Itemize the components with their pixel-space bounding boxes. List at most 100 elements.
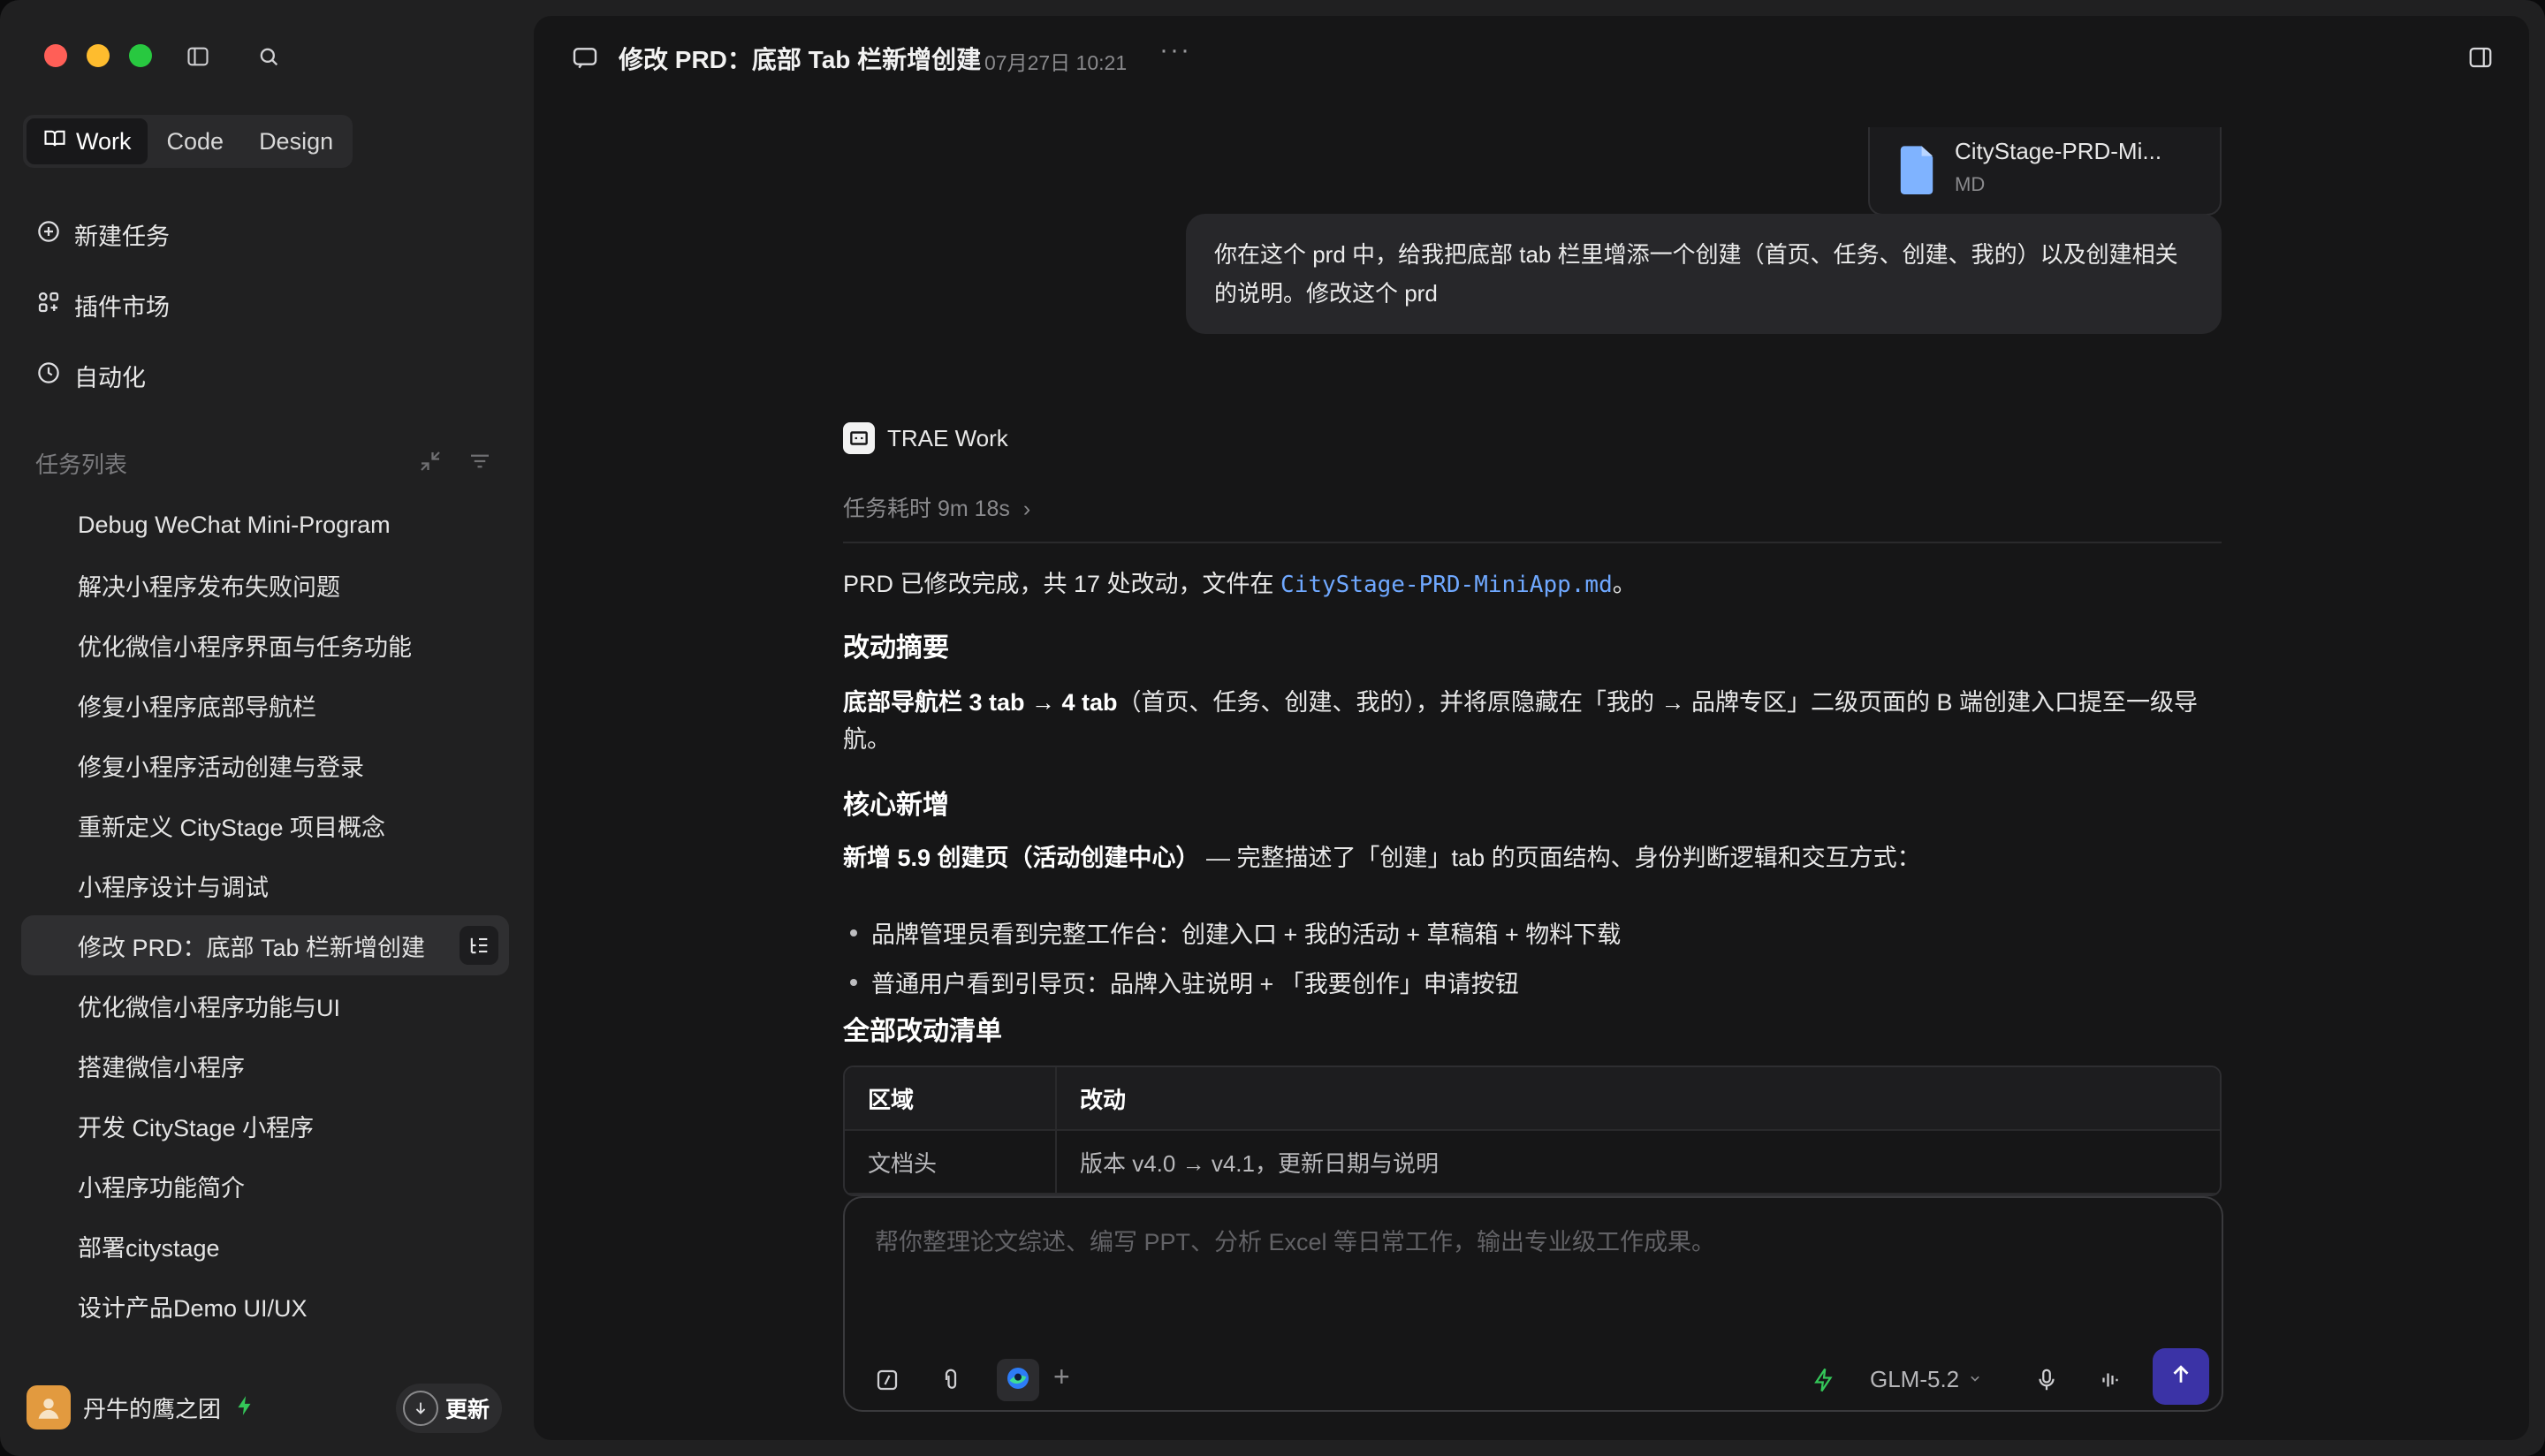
list-item-text: 品牌管理员看到完整工作台：创建入口 + 我的活动 + 草稿箱 + 物料下载 bbox=[871, 921, 1622, 948]
task-label: 设计产品Demo UI/UX bbox=[78, 1294, 308, 1322]
conversation-time: 07月27日 10:21 bbox=[984, 51, 1128, 74]
mode-tab-work[interactable]: Work bbox=[27, 118, 148, 164]
paragraph-bold: 底部导航栏 3 tab → 4 tab bbox=[843, 689, 1118, 716]
download-icon bbox=[403, 1391, 438, 1426]
task-item[interactable]: 解决小程序发布失败问题 bbox=[21, 555, 509, 615]
table-cell: 文档头 bbox=[845, 1131, 1057, 1193]
task-item[interactable]: Debug WeChat Mini-Program bbox=[21, 495, 509, 555]
attach-icon[interactable] bbox=[937, 1366, 965, 1394]
task-item[interactable]: 小程序功能简介 bbox=[21, 1156, 509, 1216]
bullet-dot bbox=[850, 978, 857, 986]
search-icon[interactable] bbox=[254, 42, 283, 71]
user-message: 你在这个 prd 中，给我把底部 tab 栏里增添一个创建（首页、任务、创建、我… bbox=[1186, 214, 2222, 334]
task-duration[interactable]: 任务耗时 9m 18s › bbox=[843, 491, 1030, 523]
list-item: 品牌管理员看到完整工作台：创建入口 + 我的活动 + 草稿箱 + 物料下载 bbox=[850, 915, 1621, 950]
nav-plugin-market[interactable]: 插件市场 bbox=[35, 283, 170, 327]
nav-label: 自动化 bbox=[74, 364, 146, 391]
task-label: 重新定义 CityStage 项目概念 bbox=[78, 814, 386, 841]
task-item[interactable]: 开发 CityStage 小程序 bbox=[21, 1096, 509, 1156]
paragraph-bold: 新增 5.9 创建页（活动创建中心） bbox=[843, 845, 1200, 871]
task-item[interactable]: 搭建微信小程序 bbox=[21, 1035, 509, 1096]
nav-automation[interactable]: 自动化 bbox=[35, 353, 146, 398]
message-composer[interactable]: 帮你整理论文综述、编写 PPT、分析 Excel 等日常工作，输出专业级工作成果… bbox=[843, 1196, 2223, 1412]
task-item[interactable]: 小程序设计与调试 bbox=[21, 855, 509, 915]
bolt-icon bbox=[233, 1394, 256, 1422]
task-item-active[interactable]: 修改 PRD：底部 Tab 栏新增创建 bbox=[21, 915, 509, 975]
add-skill-button[interactable]: + bbox=[1053, 1361, 1070, 1393]
conversation-title: 修改 PRD：底部 Tab 栏新增创建 bbox=[619, 46, 982, 73]
clock-icon bbox=[35, 360, 62, 392]
mode-tab-label: Work bbox=[76, 127, 132, 155]
filter-icon[interactable] bbox=[467, 448, 493, 474]
summary-pre: PRD 已修改完成，共 17 处改动，文件在 bbox=[843, 571, 1281, 597]
user-profile[interactable]: 丹牛的鹰之团 bbox=[27, 1385, 256, 1429]
task-label: 优化微信小程序界面与任务功能 bbox=[78, 633, 412, 661]
voice-wave-icon[interactable] bbox=[2096, 1366, 2124, 1394]
task-label: 修改 PRD：底部 Tab 栏新增创建 bbox=[78, 934, 426, 961]
bolt-icon[interactable] bbox=[1810, 1366, 1838, 1394]
microphone-icon[interactable] bbox=[2032, 1366, 2061, 1394]
list-item-text: 普通用户看到引导页：品牌入驻说明 + 「我要创作」申请按钮 bbox=[871, 971, 1519, 997]
file-link[interactable]: CityStage-PRD-MiniApp.md bbox=[1280, 572, 1613, 598]
task-item[interactable]: 设计产品Demo UI/UX bbox=[21, 1276, 509, 1336]
task-list-icon[interactable] bbox=[460, 926, 498, 965]
collapse-icon[interactable] bbox=[417, 448, 444, 474]
send-button[interactable] bbox=[2153, 1348, 2209, 1405]
attachment-card[interactable]: CityStage-PRD-Mi... MD bbox=[1868, 127, 2222, 216]
side-panel-toggle-icon[interactable] bbox=[2467, 44, 2494, 71]
update-label: 更新 bbox=[445, 1398, 490, 1422]
task-item[interactable]: 重新定义 CityStage 项目概念 bbox=[21, 795, 509, 855]
task-item[interactable]: 部署citystage bbox=[21, 1216, 509, 1276]
composer-placeholder[interactable]: 帮你整理论文综述、编写 PPT、分析 Excel 等日常工作，输出专业级工作成果… bbox=[875, 1223, 1715, 1257]
trae-logo-icon bbox=[843, 422, 875, 454]
table-cell: 版本 v4.0 → v4.1，更新日期与说明 bbox=[1080, 1149, 1439, 1177]
avatar bbox=[27, 1385, 71, 1429]
task-label: 修复小程序活动创建与登录 bbox=[78, 754, 364, 781]
model-selector[interactable]: GLM-5.2 bbox=[1870, 1366, 1984, 1393]
task-label: 小程序设计与调试 bbox=[78, 874, 269, 901]
mode-tab-label: Code bbox=[166, 127, 224, 155]
task-duration-label: 任务耗时 9m 18s bbox=[843, 497, 1010, 521]
task-label: 搭建微信小程序 bbox=[78, 1054, 245, 1081]
assistant-name: TRAE Work bbox=[887, 424, 1008, 451]
plus-circle-icon bbox=[35, 218, 62, 251]
mode-tab-code[interactable]: Code bbox=[151, 118, 240, 164]
list-item: 普通用户看到引导页：品牌入驻说明 + 「我要创作」申请按钮 bbox=[850, 965, 1519, 999]
chat-bubble-icon bbox=[571, 44, 599, 72]
attachment-type: MD bbox=[1955, 173, 1986, 195]
table-row: 文档头 版本 v4.0 → v4.1，更新日期与说明 bbox=[845, 1131, 2220, 1194]
file-icon bbox=[1898, 145, 1935, 194]
slash-command-icon[interactable] bbox=[873, 1366, 901, 1394]
task-label: 部署citystage bbox=[78, 1234, 220, 1262]
summary-post: 。 bbox=[1612, 571, 1637, 597]
more-options-button[interactable]: ··· bbox=[1159, 35, 1191, 65]
changes-table: 区域 改动 文档头 版本 v4.0 → v4.1，更新日期与说明 bbox=[843, 1065, 2222, 1196]
task-label: 优化微信小程序功能与UI bbox=[78, 994, 340, 1021]
toggle-sidebar-icon[interactable] bbox=[184, 42, 212, 71]
update-button[interactable]: 更新 bbox=[396, 1384, 502, 1433]
task-label: 解决小程序发布失败问题 bbox=[78, 573, 340, 601]
main-panel: 修改 PRD：底部 Tab 栏新增创建 07月27日 10:21 ··· Cit… bbox=[534, 16, 2529, 1440]
assistant-header: TRAE Work bbox=[843, 422, 1008, 454]
close-window-button[interactable] bbox=[44, 44, 67, 67]
nav-label: 新建任务 bbox=[74, 223, 170, 250]
table-header-cell: 改动 bbox=[1080, 1086, 1127, 1113]
attachment-name: CityStage-PRD-Mi... bbox=[1955, 138, 2162, 164]
skill-chip[interactable] bbox=[997, 1359, 1039, 1401]
minimize-window-button[interactable] bbox=[87, 44, 110, 67]
task-item[interactable]: 优化微信小程序功能与UI bbox=[21, 975, 509, 1035]
zoom-window-button[interactable] bbox=[129, 44, 152, 67]
task-item[interactable]: 优化微信小程序界面与任务功能 bbox=[21, 615, 509, 675]
chevron-down-icon bbox=[1966, 1366, 1984, 1393]
task-label: 小程序功能简介 bbox=[78, 1174, 245, 1202]
mode-tab-label: Design bbox=[259, 127, 334, 155]
paragraph: 新增 5.9 创建页（活动创建中心） — 完整描述了「创建」tab 的页面结构、… bbox=[843, 839, 2222, 876]
summary-text: PRD 已修改完成，共 17 处改动，文件在 CityStage-PRD-Min… bbox=[843, 565, 2222, 603]
window-controls bbox=[44, 44, 152, 67]
conversation-header: 修改 PRD：底部 Tab 栏新增创建 07月27日 10:21 ··· bbox=[534, 16, 2529, 101]
nav-new-task[interactable]: 新建任务 bbox=[35, 212, 170, 256]
task-item[interactable]: 修复小程序活动创建与登录 bbox=[21, 735, 509, 795]
mode-tab-design[interactable]: Design bbox=[243, 118, 349, 164]
chevron-right-icon: › bbox=[1022, 497, 1031, 521]
task-item[interactable]: 修复小程序底部导航栏 bbox=[21, 675, 509, 735]
